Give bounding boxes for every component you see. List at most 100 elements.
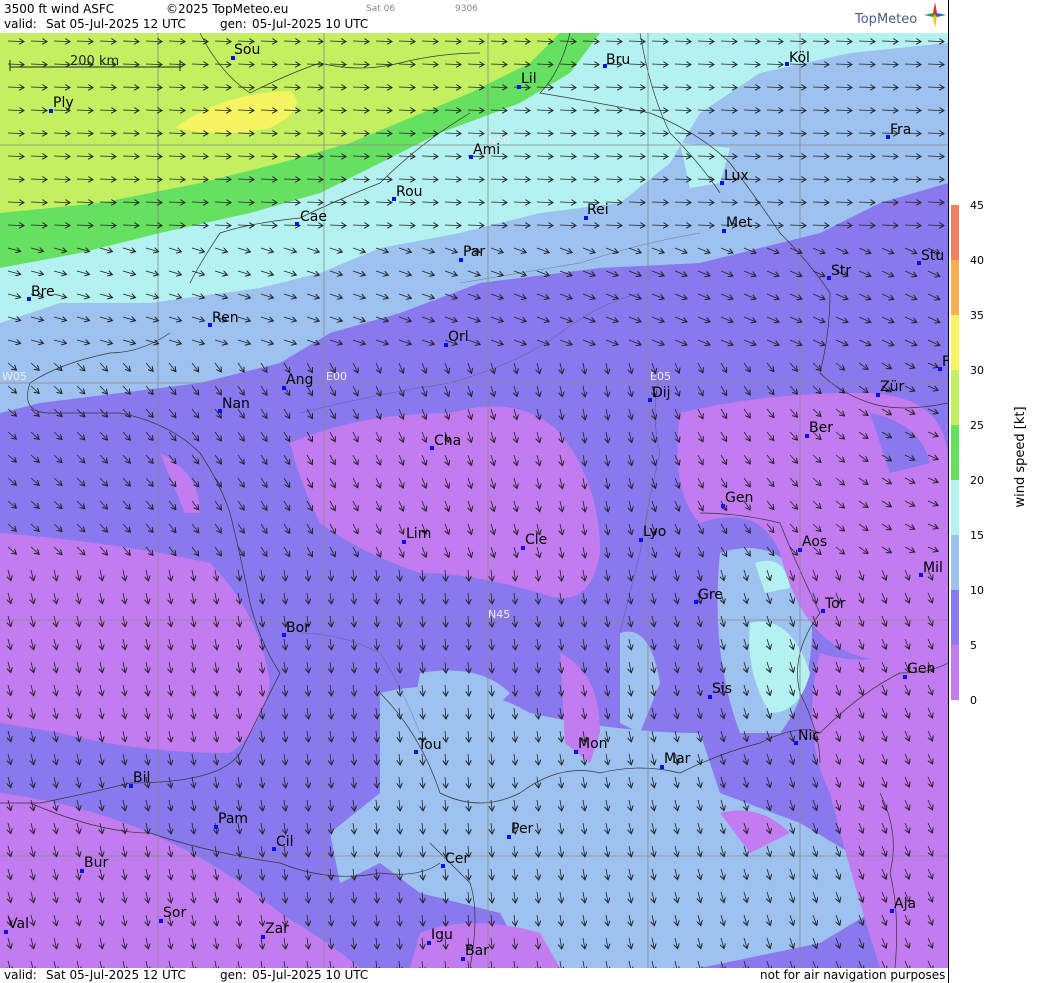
city-mon: Mon <box>574 736 608 754</box>
colorbar-tick-label: 10 <box>970 584 984 597</box>
city-val: Val <box>4 916 29 934</box>
colorbar-swatch-c0_5 <box>951 645 959 700</box>
svg-text:Rou: Rou <box>396 184 423 200</box>
city-bar: Bar <box>461 943 489 961</box>
city-rei: Rei <box>584 202 609 220</box>
city-nan: Nan <box>218 396 250 413</box>
small-code: 9306 <box>455 4 478 14</box>
svg-text:Rei: Rei <box>587 202 609 218</box>
colorbar-tick-label: 5 <box>970 639 977 652</box>
svg-text:Cil: Cil <box>276 834 294 850</box>
svg-text:Pam: Pam <box>218 811 248 827</box>
colorbar-tick-label: 35 <box>970 309 984 322</box>
valid-label: valid: <box>4 17 37 31</box>
svg-text:Tou: Tou <box>417 737 442 753</box>
city-fra: Fra <box>886 122 911 139</box>
city-stu: Stu <box>917 248 944 265</box>
svg-text:Sor: Sor <box>163 905 186 921</box>
svg-text:Fra: Fra <box>890 122 911 138</box>
city-lim: Lim <box>402 526 431 544</box>
city-sou: Sou <box>231 42 260 60</box>
map-header: 3500 ft wind ASFC ©2025 TopMeteo.eu Sat … <box>0 0 948 33</box>
svg-text:Lyo: Lyo <box>643 524 666 540</box>
city-cha: Cha <box>430 433 461 450</box>
svg-text:Mil: Mil <box>923 560 943 576</box>
svg-text:Mar: Mar <box>664 751 691 767</box>
city-dij: Dij <box>648 385 671 402</box>
city-met: Met <box>722 215 753 233</box>
svg-text:Bre: Bre <box>31 284 55 300</box>
city-tou: Tou <box>414 737 442 754</box>
svg-text:Lux: Lux <box>724 168 749 184</box>
colorbar-swatches <box>951 205 959 700</box>
copyright: ©2025 TopMeteo.eu <box>166 2 289 16</box>
city-ang: Ang <box>282 372 313 390</box>
svg-text:Per: Per <box>511 821 534 837</box>
colorbar-tick-label: 20 <box>970 474 984 487</box>
svg-text:Zar: Zar <box>265 921 289 937</box>
colorbar-tick-label: 15 <box>970 529 984 542</box>
svg-text:Cle: Cle <box>525 532 547 548</box>
city-str: Str <box>827 263 851 280</box>
svg-text:Sis: Sis <box>712 681 732 697</box>
svg-text:Ply: Ply <box>53 95 74 111</box>
colorbar-swatch-c40_45 <box>951 205 959 260</box>
city-ami: Ami <box>469 142 500 159</box>
svg-text:Cer: Cer <box>445 851 469 867</box>
svg-text:Ber: Ber <box>809 420 833 436</box>
city-bur: Bur <box>80 855 108 873</box>
grid-label-w05: W05 <box>2 370 27 383</box>
map-title: 3500 ft wind ASFC <box>4 2 115 16</box>
city-mar: Mar <box>660 751 691 769</box>
map-footer: valid: Sat 05-Jul-2025 12 UTC gen: 05-Ju… <box>0 968 948 983</box>
svg-text:Ren: Ren <box>212 310 239 326</box>
colorbar-swatch-c15_20 <box>951 480 959 535</box>
city-par: Par <box>459 244 485 262</box>
svg-text:Bil: Bil <box>133 770 150 786</box>
svg-text:Bor: Bor <box>286 620 310 636</box>
city-kol: Köl <box>785 50 810 66</box>
svg-text:Dij: Dij <box>652 385 671 401</box>
city-cil: Cil <box>272 834 294 851</box>
colorbar-tick-label: 25 <box>970 419 984 432</box>
city-gre: Gre <box>694 587 723 604</box>
grid-label-e05: E05 <box>650 370 671 383</box>
svg-text:Gre: Gre <box>698 587 723 603</box>
svg-text:Lil: Lil <box>521 71 537 87</box>
svg-text:Nic: Nic <box>798 728 820 744</box>
city-zar: Zar <box>261 921 289 939</box>
svg-text:Ang: Ang <box>286 372 313 388</box>
city-cer: Cer <box>441 851 469 868</box>
footer-valid-label: valid: <box>4 968 37 982</box>
city-bil: Bil <box>129 770 150 788</box>
colorbar-label: wind speed [kt] <box>1013 406 1028 507</box>
scale-bar-label: 200 km <box>70 54 119 69</box>
svg-text:Met: Met <box>726 215 753 231</box>
city-sor: Sor <box>159 905 186 923</box>
svg-text:Mon: Mon <box>578 736 608 752</box>
city-bre: Bre <box>27 284 55 301</box>
colorbar-swatch-c5_10 <box>951 590 959 645</box>
city-bor: Bor <box>282 620 310 637</box>
svg-text:Zür: Zür <box>880 379 904 395</box>
svg-text:Orl: Orl <box>448 329 469 345</box>
colorbar-swatch-c20_25 <box>951 425 959 480</box>
city-gen-genoa: Gen <box>903 661 935 679</box>
city-aos: Aos <box>798 534 827 552</box>
city-cle: Cle <box>521 532 547 550</box>
city-ber: Ber <box>805 420 833 438</box>
city-zur: Zür <box>876 379 904 397</box>
svg-text:Aos: Aos <box>802 534 827 550</box>
city-per: Per <box>507 821 534 839</box>
city-nic: Nic <box>794 728 820 745</box>
svg-text:Ami: Ami <box>473 142 500 158</box>
svg-text:Köl: Köl <box>789 50 810 66</box>
wind-speed-colorbar: 45 40 35 30 25 20 15 10 5 0 wind speed [kt] <box>951 199 1028 707</box>
svg-text:Stu: Stu <box>921 248 944 264</box>
svg-text:Tor: Tor <box>824 596 846 612</box>
city-tor: Tor <box>821 596 846 613</box>
colorbar-tick-label: 40 <box>970 254 984 267</box>
footer-gen-label: gen: <box>220 968 247 982</box>
svg-text:Gen: Gen <box>907 661 935 677</box>
gen-label: gen: <box>220 17 247 31</box>
